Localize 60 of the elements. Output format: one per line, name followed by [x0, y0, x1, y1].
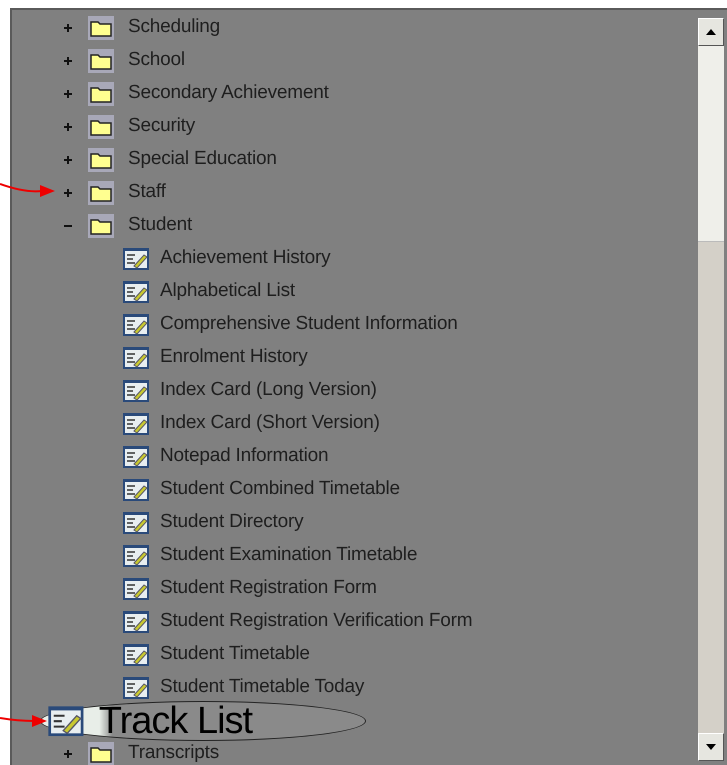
folder-label[interactable]: Transcripts	[128, 739, 220, 765]
report-icon	[122, 576, 150, 600]
report-label[interactable]: Notepad Information	[160, 442, 328, 471]
folder-icon	[90, 744, 112, 762]
pointer-arrow	[0, 712, 48, 730]
report-icon	[122, 412, 150, 436]
report-label[interactable]: Student Registration Verification Form	[160, 607, 472, 636]
folder-icon	[90, 150, 112, 168]
report-icon	[122, 246, 150, 270]
report-label[interactable]: Student Directory	[160, 508, 304, 537]
report-label[interactable]: Index Card (Long Version)	[160, 376, 377, 405]
report-label[interactable]: Student Timetable	[160, 640, 310, 669]
report-label[interactable]: Student Combined Timetable	[160, 475, 400, 504]
pointer-arrow	[0, 180, 56, 200]
report-label[interactable]: Index Card (Short Version)	[160, 409, 380, 438]
report-icon	[122, 544, 150, 568]
expand-icon[interactable]	[63, 188, 73, 198]
folder-icon	[90, 18, 112, 36]
report-icon	[122, 610, 150, 634]
report-icon	[47, 704, 85, 738]
report-icon	[122, 444, 150, 468]
folder-label[interactable]: Student	[128, 211, 192, 240]
report-icon	[122, 346, 150, 370]
folder-icon	[90, 216, 112, 234]
scroll-down-button[interactable]	[698, 733, 724, 761]
folder-label[interactable]: Scheduling	[128, 13, 220, 42]
folder-label[interactable]: Special Education	[128, 145, 277, 174]
report-label[interactable]: Student Examination Timetable	[160, 541, 418, 570]
scroll-thumb[interactable]	[698, 46, 724, 242]
expand-icon[interactable]	[63, 22, 73, 32]
folder-icon	[90, 184, 112, 202]
report-icon	[122, 642, 150, 666]
report-icon	[122, 312, 150, 336]
report-icon	[122, 280, 150, 304]
folder-icon	[90, 118, 112, 136]
folder-label[interactable]: School	[128, 46, 185, 75]
folder-label[interactable]: Staff	[128, 178, 166, 207]
report-icon	[122, 378, 150, 402]
report-label[interactable]: Student Timetable Today	[160, 673, 364, 702]
report-label[interactable]: Alphabetical List	[160, 277, 295, 306]
expand-icon[interactable]	[63, 748, 73, 758]
scrollbar[interactable]	[698, 18, 724, 761]
report-label[interactable]: Enrolment History	[160, 343, 308, 372]
folder-icon	[90, 84, 112, 102]
expand-icon[interactable]	[63, 56, 73, 66]
expand-icon[interactable]	[63, 88, 73, 98]
report-label[interactable]: Comprehensive Student Information	[160, 310, 458, 339]
report-icon	[122, 478, 150, 502]
report-label[interactable]: Student Registration Form	[160, 574, 377, 603]
folder-icon	[90, 52, 112, 70]
folder-label[interactable]: Security	[128, 112, 196, 141]
up-arrow-icon	[706, 29, 716, 35]
folder-label[interactable]: Secondary Achievement	[128, 79, 329, 108]
report-icon	[122, 676, 150, 700]
scroll-up-button[interactable]	[698, 18, 724, 46]
report-icon	[122, 510, 150, 534]
down-arrow-icon	[706, 744, 716, 750]
report-label[interactable]: Achievement History	[160, 244, 330, 273]
expand-icon[interactable]	[63, 154, 73, 164]
expand-icon[interactable]	[63, 122, 73, 132]
